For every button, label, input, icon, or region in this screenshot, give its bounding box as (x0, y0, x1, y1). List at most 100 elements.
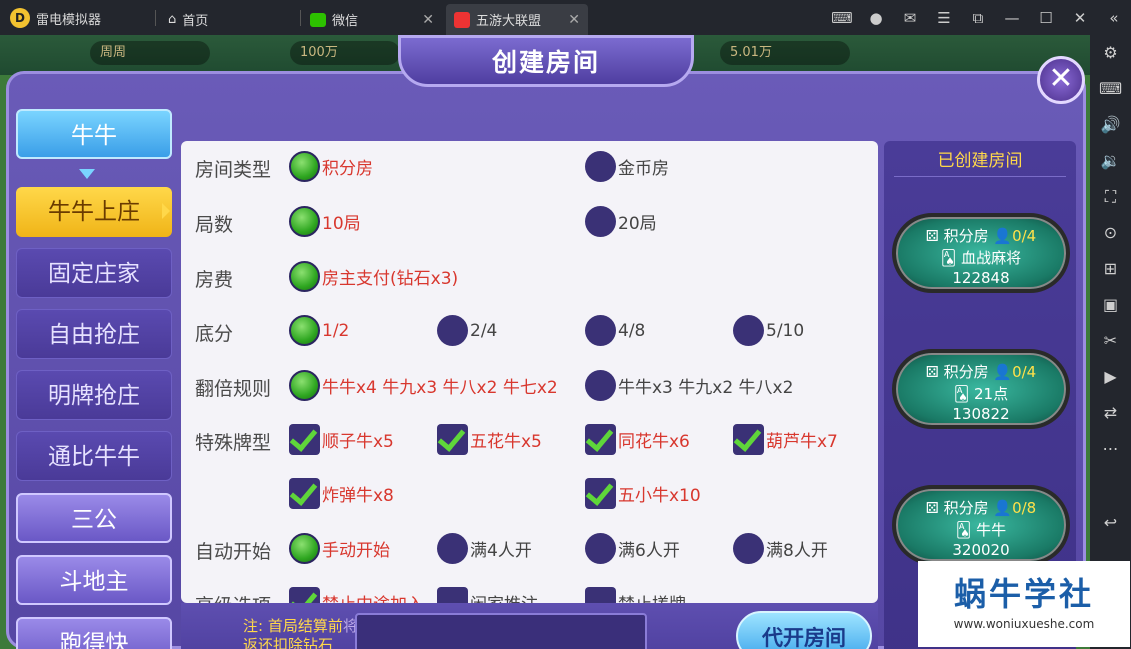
created-rooms-header: 已创建房间 (894, 145, 1066, 177)
checkbox-push-bet[interactable]: 闲家推注 (437, 587, 538, 603)
radio-icon (289, 370, 320, 401)
collapse-sidebar-icon[interactable]: « (1097, 9, 1131, 27)
nav-tongbi[interactable]: 通比牛牛 (16, 431, 172, 481)
menu-icon[interactable]: ☰ (927, 9, 961, 27)
close-tab-icon[interactable]: ✕ (568, 12, 580, 28)
row-label: 房间类型 (195, 159, 272, 181)
nav-free-grab[interactable]: 自由抢庄 (16, 309, 172, 359)
diamond-refund-note: 注: 首局结算前将 返还扣除钻石 (243, 617, 373, 649)
checkbox-icon (289, 587, 320, 603)
checkbox-bomb[interactable]: 炸弹牛x8 (289, 478, 394, 509)
checkbox-no-midjoin[interactable]: 禁止中途加入 (289, 587, 424, 603)
checkbox-icon (585, 478, 616, 509)
restore-icon[interactable]: ⧉ (961, 9, 995, 27)
tab-wechat[interactable]: 微信 ✕ (302, 4, 442, 35)
back-icon[interactable]: ↩ (1090, 513, 1131, 532)
nav-sangong[interactable]: 三公 (16, 493, 172, 543)
close-window-icon[interactable]: ✕ (1063, 9, 1097, 27)
volume-down-icon[interactable]: 🔉 (1090, 151, 1131, 170)
row-label: 房费 (195, 269, 234, 291)
minimize-icon[interactable]: — (995, 9, 1029, 27)
radio-icon (289, 533, 320, 564)
created-room-card[interactable]: ⚄ 积分房 👤0/8 🂡 牛牛 320020 (892, 485, 1070, 565)
person-icon: 👤 (993, 227, 1013, 245)
option-label: 牛牛x4 牛九x3 牛八x2 牛七x2 (322, 378, 558, 398)
option-label: 20局 (618, 214, 657, 234)
keyboard-icon[interactable]: ⌨ (1090, 79, 1131, 98)
option-owner-pays[interactable]: 房主支付(钻石x3) (289, 261, 458, 292)
checkbox-five-flower[interactable]: 五花牛x5 (437, 424, 542, 455)
option-label: 手动开始 (322, 541, 390, 561)
user-icon[interactable]: ● (859, 9, 893, 27)
room-game: 21点 (974, 385, 1009, 403)
mail-icon[interactable]: ✉ (893, 9, 927, 27)
option-20-rounds[interactable]: 20局 (585, 206, 657, 237)
radio-icon (289, 261, 320, 292)
checkbox-icon (585, 424, 616, 455)
row-label: 高级选项 (195, 591, 271, 603)
nav-open-card-grab[interactable]: 明牌抢庄 (16, 370, 172, 420)
apk-icon[interactable]: ▣ (1090, 295, 1131, 314)
note-box (355, 613, 647, 649)
option-label: 满6人开 (618, 541, 680, 561)
more-icon[interactable]: ⋯ (1090, 439, 1131, 458)
sync-icon[interactable]: ⇄ (1090, 403, 1131, 422)
radio-icon (437, 533, 468, 564)
settings-icon[interactable]: ⚙ (1090, 43, 1131, 62)
option-label: 炸弹牛x8 (322, 486, 394, 506)
option-base-4-8[interactable]: 4/8 (585, 315, 645, 346)
option-base-1-2[interactable]: 1/2 (289, 315, 349, 346)
option-multiplier-a[interactable]: 牛牛x4 牛九x3 牛八x2 牛七x2 (289, 370, 558, 401)
checkbox-flush[interactable]: 同花牛x6 (585, 424, 690, 455)
room-type: 积分房 (943, 499, 989, 517)
radio-icon (437, 315, 468, 346)
checkbox-full-house[interactable]: 葫芦牛x7 (733, 424, 838, 455)
tab-home[interactable]: ⌂ 首页 (160, 4, 298, 35)
option-gold-room[interactable]: 金币房 (585, 151, 669, 182)
option-label: 满4人开 (470, 541, 532, 561)
nav-doudizhu[interactable]: 斗地主 (16, 555, 172, 605)
player-count: 0/8 (1012, 499, 1037, 517)
checkbox-five-small[interactable]: 五小牛x10 (585, 478, 701, 509)
room-game: 牛牛 (976, 521, 1007, 539)
create-room-button[interactable]: 代开房间 (736, 611, 872, 649)
room-type: 积分房 (943, 363, 989, 381)
volume-up-icon[interactable]: 🔊 (1090, 115, 1131, 134)
close-dialog-button[interactable]: ✕ (1037, 56, 1085, 104)
option-base-5-10[interactable]: 5/10 (733, 315, 804, 346)
radio-icon (585, 533, 616, 564)
created-room-card[interactable]: ⚄ 积分房 👤0/4 🂡 21点 130822 (892, 349, 1070, 429)
close-tab-icon[interactable]: ✕ (422, 12, 434, 28)
option-10-rounds[interactable]: 10局 (289, 206, 361, 237)
radio-icon (585, 370, 616, 401)
video-icon[interactable]: ▶ (1090, 367, 1131, 386)
created-room-card[interactable]: ⚄ 积分房 👤0/4 🂡 血战麻将 122848 (892, 213, 1070, 293)
fullscreen-icon[interactable]: ⛶ (1090, 187, 1131, 207)
scissors-icon[interactable]: ✂ (1090, 331, 1131, 350)
nav-fixed-banker[interactable]: 固定庄家 (16, 248, 172, 298)
add-icon[interactable]: ⊞ (1090, 259, 1131, 278)
nav-niuniu[interactable]: 牛牛 (16, 109, 172, 159)
tab-separator (300, 10, 301, 26)
record-icon[interactable]: ⊙ (1090, 223, 1131, 242)
radio-icon (289, 151, 320, 182)
checkbox-no-rub[interactable]: 禁止搓牌 (585, 587, 686, 603)
player-count: 0/4 (1012, 227, 1037, 245)
maximize-icon[interactable]: ☐ (1029, 9, 1063, 27)
option-base-2-4[interactable]: 2/4 (437, 315, 497, 346)
option-start-6[interactable]: 满6人开 (585, 533, 680, 564)
option-manual-start[interactable]: 手动开始 (289, 533, 390, 564)
game-icon (454, 11, 470, 28)
option-multiplier-b[interactable]: 牛牛x3 牛九x2 牛八x2 (585, 370, 793, 401)
option-score-room[interactable]: 积分房 (289, 151, 373, 182)
nav-niuniu-shangzhuang[interactable]: 牛牛上庄 (16, 187, 172, 237)
option-start-4[interactable]: 满4人开 (437, 533, 532, 564)
option-start-8[interactable]: 满8人开 (733, 533, 828, 564)
gamepad-icon[interactable]: ⌨ (825, 9, 859, 27)
nav-paodekuai[interactable]: 跑得快 (16, 617, 172, 649)
checkbox-straight[interactable]: 顺子牛x5 (289, 424, 394, 455)
row-label: 自动开始 (195, 541, 272, 563)
tab-game[interactable]: 五游大联盟 ✕ (446, 4, 588, 35)
home-icon: ⌂ (168, 12, 177, 27)
note-line2: 返还扣除钻石 (243, 636, 334, 649)
